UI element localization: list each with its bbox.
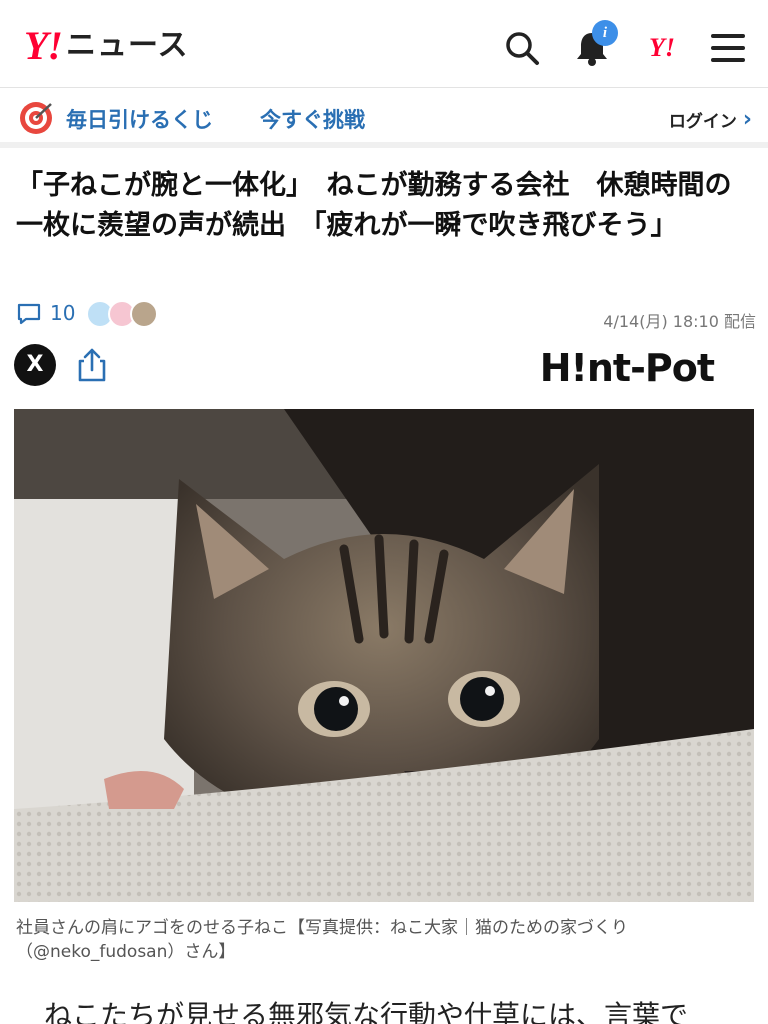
news-logo-text: ニュース — [66, 28, 189, 63]
photo-caption: 社員さんの肩にアゴをのせる子ねこ【写真提供：ねこ大家｜猫のための家づくり（@ne… — [16, 918, 628, 962]
menu-icon — [711, 34, 745, 62]
share-icon[interactable] — [74, 346, 110, 384]
yahoo-news-logo[interactable]: Y! ニュース — [24, 26, 189, 66]
app-header: Y! ニュース i Y! — [0, 0, 768, 88]
publish-date: 4/14(月) 18:10 配信 — [603, 312, 756, 331]
article-body: ねこたちが見せる無邪気な行動や仕草には、言葉で — [44, 999, 689, 1024]
article-title: 「子ねこが腕と一体化」 ねこが勤務する会社 休憩時間の一枚に羨望の声が続出 「疲… — [16, 170, 732, 241]
menu-button[interactable] — [706, 26, 750, 70]
chevron-right-icon: › — [742, 106, 752, 132]
login-label: ログイン — [668, 112, 737, 132]
notification-badge: i — [592, 20, 618, 46]
kitten-photo — [14, 409, 754, 902]
lottery-link[interactable]: 毎日引けるくじ — [66, 104, 213, 134]
login-link[interactable]: ログイン › — [669, 107, 752, 132]
lottery-promo-bar: 毎日引けるくじ 今すぐ挑戦 ログイン › — [0, 90, 768, 148]
comment-icon[interactable] — [16, 302, 42, 326]
yahoo-japan-icon: Y! — [649, 33, 675, 62]
yahoo-japan-button[interactable]: Y! — [640, 26, 684, 70]
search-icon — [506, 32, 539, 65]
share-x-button[interactable]: X — [14, 344, 56, 386]
article-photo[interactable] — [14, 409, 754, 902]
challenge-now-link[interactable]: 今すぐ挑戦 — [260, 104, 365, 134]
target-icon — [20, 102, 52, 134]
reaction-avatars[interactable] — [86, 300, 158, 328]
share-row: X H!nt-Pot — [14, 344, 754, 390]
yahoo-logo-mark: Y! — [24, 23, 63, 68]
search-button[interactable] — [500, 26, 544, 70]
x-icon: X — [26, 352, 44, 377]
article-meta: 10 4/14(月) 18:10 配信 — [16, 298, 756, 331]
source-logo[interactable]: H!nt-Pot — [540, 346, 715, 390]
notifications-button[interactable]: i — [570, 20, 618, 70]
avatar — [130, 300, 158, 328]
comment-count[interactable]: 10 — [50, 301, 75, 325]
